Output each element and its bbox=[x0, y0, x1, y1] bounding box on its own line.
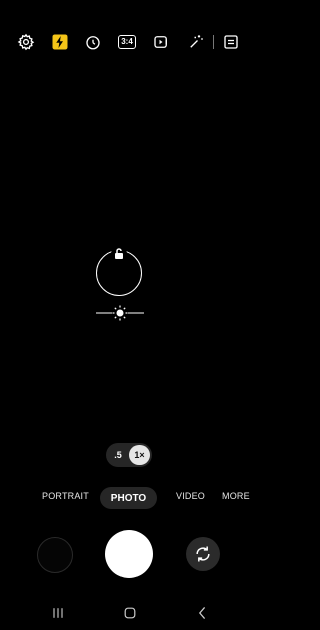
zoom-1x-button[interactable]: 1× bbox=[129, 445, 150, 465]
topbar-divider bbox=[213, 35, 214, 49]
shutter-button[interactable] bbox=[105, 530, 153, 578]
sun-icon bbox=[112, 305, 128, 321]
aspect-ratio-label: 3:4 bbox=[118, 35, 136, 49]
back-icon[interactable] bbox=[193, 603, 213, 623]
mode-photo-label: PHOTO bbox=[110, 492, 147, 504]
settings-icon[interactable] bbox=[14, 28, 38, 56]
mode-photo[interactable]: PHOTO bbox=[100, 487, 157, 509]
exposure-slider[interactable] bbox=[96, 304, 144, 322]
mode-more[interactable]: MORE bbox=[222, 491, 250, 501]
mode-video[interactable]: VIDEO bbox=[176, 491, 205, 501]
camera-switch-icon[interactable] bbox=[186, 537, 220, 571]
lock-open-icon[interactable] bbox=[110, 245, 128, 263]
mode-portrait[interactable]: PORTRAIT bbox=[42, 491, 89, 501]
gallery-thumbnail[interactable] bbox=[37, 537, 73, 573]
zoom-half-button[interactable]: .5 bbox=[108, 445, 128, 465]
timer-icon[interactable] bbox=[81, 28, 105, 56]
aspect-ratio-icon[interactable]: 3:4 bbox=[115, 28, 139, 56]
gallery-preview-icon[interactable] bbox=[219, 28, 243, 56]
motion-photo-icon[interactable] bbox=[149, 28, 173, 56]
flash-icon[interactable] bbox=[48, 28, 72, 56]
home-icon[interactable] bbox=[120, 603, 140, 623]
recent-apps-icon[interactable] bbox=[48, 603, 68, 623]
camera-top-bar: 3:4 bbox=[0, 28, 258, 56]
zoom-selector: .5 1× bbox=[106, 443, 152, 467]
filter-icon[interactable] bbox=[184, 28, 208, 56]
